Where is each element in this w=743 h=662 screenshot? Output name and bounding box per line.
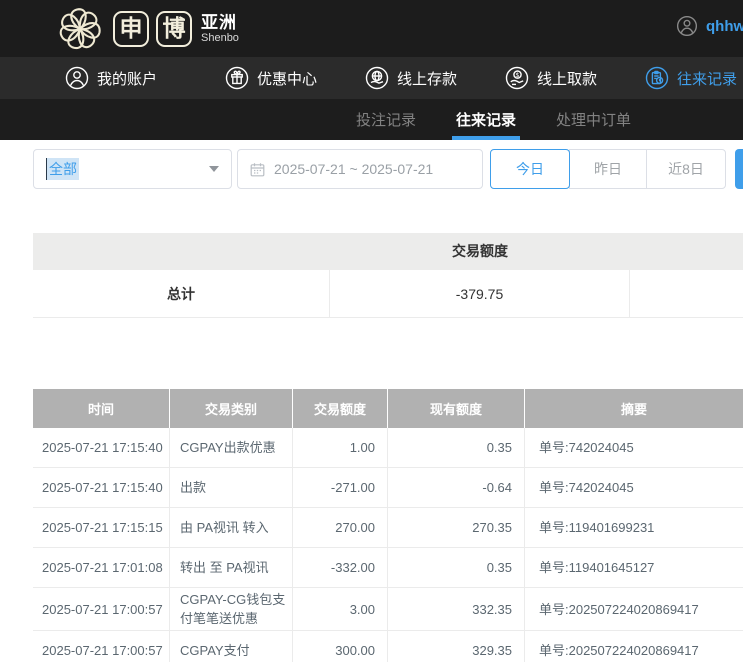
brand-char-bo: 博 [156,11,192,47]
cell-summary: 单号:202507224020869417 [525,588,743,630]
column-header-summary: 摘要 [525,389,743,428]
search-button[interactable] [735,149,743,189]
nav-item-my-account[interactable]: 我的账户 [65,57,157,99]
calendar-icon [250,162,265,177]
nav-label: 线上存款 [397,68,457,89]
gift-icon [225,66,249,90]
tab-processing-orders[interactable]: 处理中订单 [552,99,635,140]
table-row: 2025-07-21 17:15:40 CGPAY出款优惠 1.00 0.35 … [33,428,743,468]
main-nav-bar: 我的账户 优惠中心 [0,57,743,99]
records-table-header: 时间 交易类别 交易额度 现有额度 摘要 [33,389,743,428]
cell-time: 2025-07-21 17:00:57 [33,631,170,662]
nav-item-promotions[interactable]: 优惠中心 [225,57,317,99]
summary-table: 交易额度 总计 -379.75 [33,233,743,318]
sub-nav-bar: 投注记录 往来记录 处理中订单 [0,99,743,140]
cell-time: 2025-07-21 17:01:08 [33,548,170,587]
summary-table-header: 交易额度 [33,233,743,270]
active-tab-underline [452,136,520,140]
cell-summary: 单号:742024045 [525,468,743,507]
table-row: 2025-07-21 17:01:08 转出 至 PA视讯 -332.00 0.… [33,548,743,588]
table-row: 2025-07-21 17:15:40 出款 -271.00 -0.64 单号:… [33,468,743,508]
cell-balance: 270.35 [388,508,525,547]
records-clipboard-icon [645,66,669,90]
cell-amount: 3.00 [293,588,388,630]
svg-text:$: $ [515,71,519,79]
brand-char-shen: 申 [113,11,149,47]
nav-label: 我的账户 [97,68,157,89]
cell-amount: -271.00 [293,468,388,507]
nav-label: 优惠中心 [257,68,317,89]
flower-logo-icon [55,4,105,54]
cell-type: 转出 至 PA视讯 [170,548,293,587]
summary-total-value: -379.75 [330,270,630,317]
yesterday-button[interactable]: 昨日 [569,149,647,189]
cell-amount: 270.00 [293,508,388,547]
column-header-balance: 现有额度 [388,389,525,428]
nav-label: 往来记录 [677,68,737,89]
cell-time: 2025-07-21 17:15:40 [33,428,170,467]
cell-summary: 单号:119401645127 [525,548,743,587]
tab-betting-records[interactable]: 投注记录 [352,99,420,140]
today-button[interactable]: 今日 [490,149,570,189]
cell-balance: 0.35 [388,548,525,587]
cell-amount: 1.00 [293,428,388,467]
tab-label: 往来记录 [456,109,516,130]
table-row: 2025-07-21 17:00:57 CGPAY支付 300.00 329.3… [33,631,743,662]
tab-label: 处理中订单 [556,109,631,130]
tab-transaction-records[interactable]: 往来记录 [452,99,520,140]
last-8-days-button[interactable]: 近8日 [646,149,726,189]
cell-balance: 0.35 [388,428,525,467]
cell-type: 由 PA视讯 转入 [170,508,293,547]
cell-type: 出款 [170,468,293,507]
records-tabs: 投注记录 往来记录 处理中订单 [352,99,635,140]
records-table: 时间 交易类别 交易额度 现有额度 摘要 2025-07-21 17:15:40… [33,389,743,662]
column-header-amount: 交易额度 [293,389,388,428]
cell-summary: 单号:742024045 [525,428,743,467]
cell-balance: -0.64 [388,468,525,507]
brand-logo[interactable]: 申 博 亚洲 Shenbo [55,4,239,54]
cell-type: CGPAY出款优惠 [170,428,293,467]
brand-wordmark: 亚洲 Shenbo [201,13,239,45]
withdraw-coin-hand-icon: $ [505,66,529,90]
summary-empty-cell [630,270,743,317]
summary-amount-column-header: 交易额度 [330,233,630,270]
cell-amount: 300.00 [293,631,388,662]
cell-balance: 332.35 [388,588,525,630]
cell-time: 2025-07-21 17:15:40 [33,468,170,507]
chevron-down-icon [209,166,219,172]
tab-label: 投注记录 [356,109,416,130]
column-header-type: 交易类别 [170,389,293,428]
nav-label: 线上取款 [537,68,597,89]
deposit-globe-icon [365,66,389,90]
brand-region-text: 亚洲 [201,13,239,32]
transaction-type-select[interactable]: 全部 [33,149,232,189]
selected-type-value: 全部 [46,158,79,180]
quick-date-button-group: 今日 昨日 近8日 [490,149,726,189]
table-row: 2025-07-21 17:00:57 CGPAY-CG钱包支付笔笔送优惠 3.… [33,588,743,631]
cell-balance: 329.35 [388,631,525,662]
account-menu[interactable]: qhhw [676,15,743,37]
nav-item-transaction-records[interactable]: 往来记录 [645,57,737,99]
cell-type: CGPAY-CG钱包支付笔笔送优惠 [170,588,293,630]
summary-total-row: 总计 -379.75 [33,270,743,318]
cell-amount: -332.00 [293,548,388,587]
brand-latin-text: Shenbo [201,32,239,45]
date-range-input[interactable]: 2025-07-21 ~ 2025-07-21 [237,149,483,189]
top-header-bar: 申 博 亚洲 Shenbo qhhw [0,0,743,57]
cell-type: CGPAY支付 [170,631,293,662]
nav-item-online-withdrawal[interactable]: $ 线上取款 [505,57,597,99]
cell-time: 2025-07-21 17:15:15 [33,508,170,547]
username-text: qhhw [706,18,743,35]
cell-summary: 单号:202507224020869417 [525,631,743,662]
cell-time: 2025-07-21 17:00:57 [33,588,170,630]
column-header-time: 时间 [33,389,170,428]
user-avatar-icon [676,15,698,37]
summary-total-label: 总计 [33,270,330,317]
cell-summary: 单号:119401699231 [525,508,743,547]
table-row: 2025-07-21 17:15:15 由 PA视讯 转入 270.00 270… [33,508,743,548]
date-range-value: 2025-07-21 ~ 2025-07-21 [274,161,433,177]
page-root: 申 博 亚洲 Shenbo qhhw [0,0,743,662]
user-circle-icon [65,66,89,90]
nav-item-online-deposit[interactable]: 线上存款 [365,57,457,99]
